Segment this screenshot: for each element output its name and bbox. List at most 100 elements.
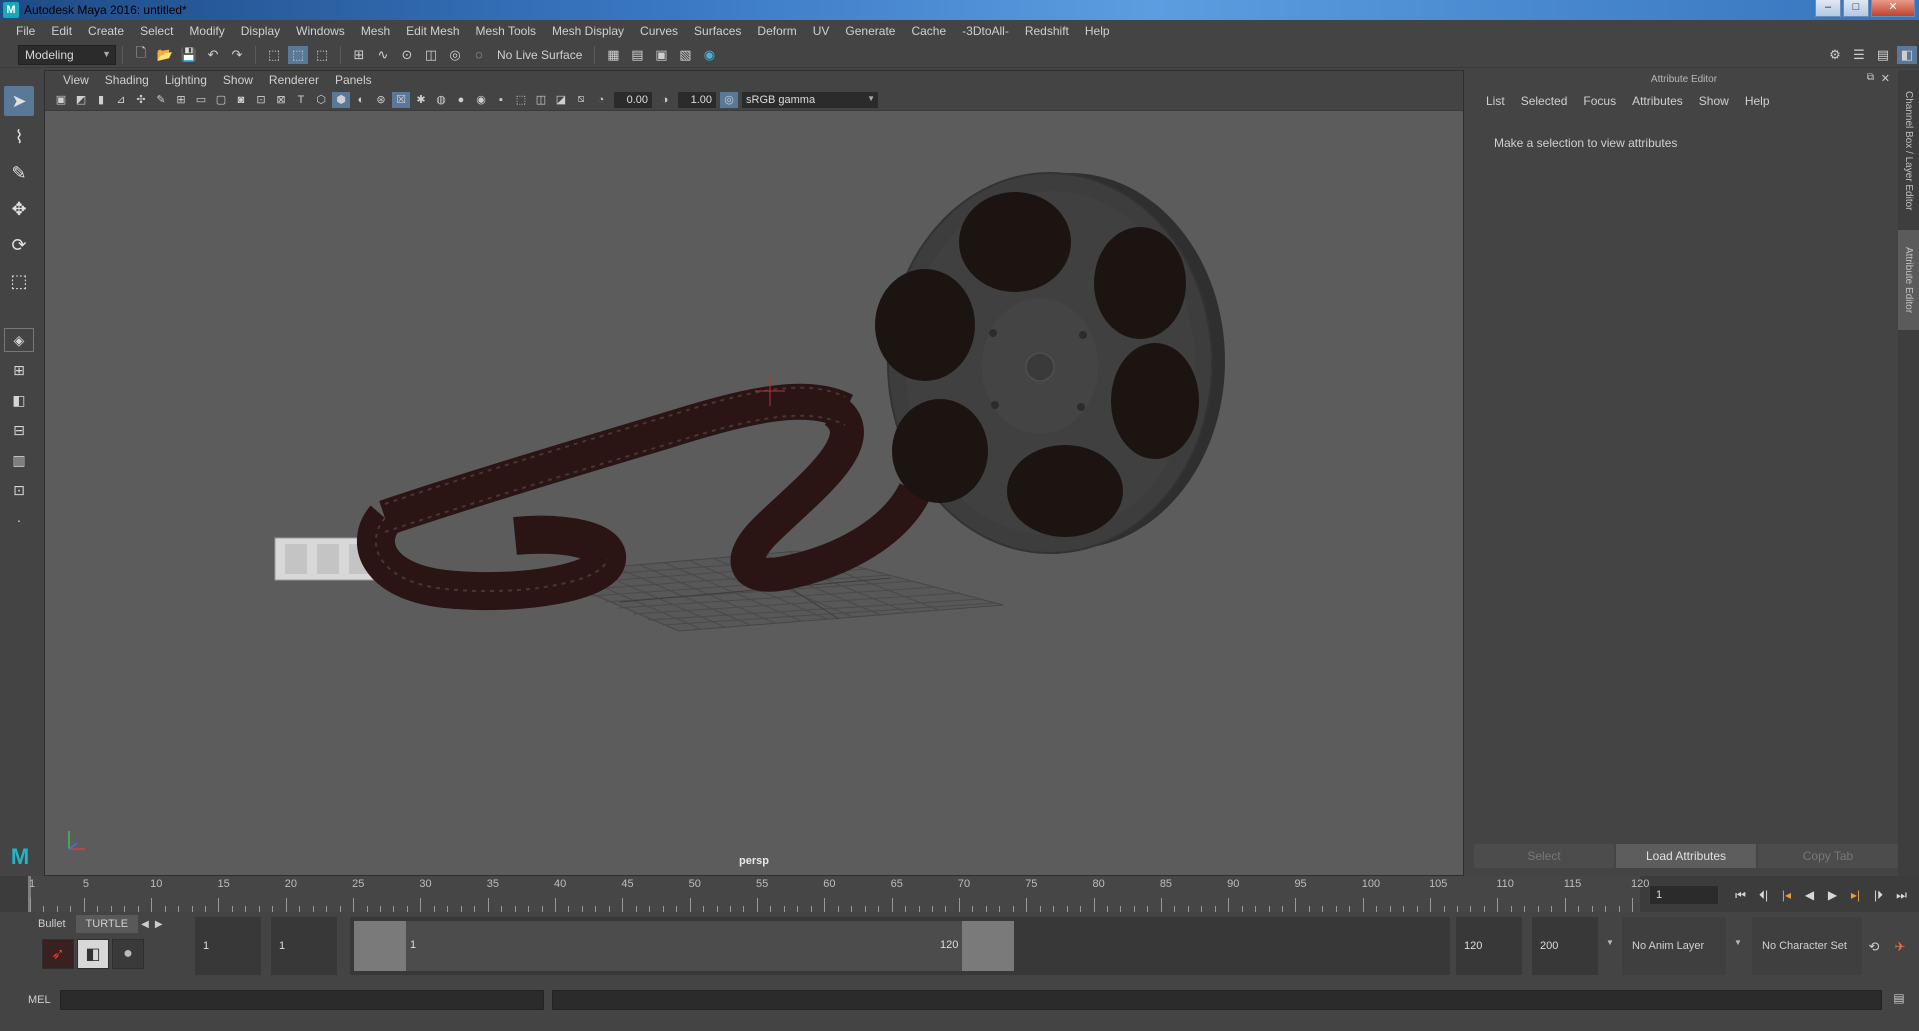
shadows-icon[interactable]: ✱: [412, 92, 430, 108]
open-scene-icon[interactable]: 📂: [155, 46, 175, 64]
save-scene-icon[interactable]: 💾: [179, 46, 199, 64]
shelf-tab-turtle[interactable]: TURTLE: [75, 915, 139, 933]
film-gate-icon[interactable]: ▭: [192, 92, 210, 108]
close-window-button[interactable]: ✕: [1871, 0, 1915, 17]
persp-outliner-layout-icon[interactable]: ◧: [4, 388, 34, 412]
select-by-object-icon[interactable]: ⬚: [288, 45, 308, 64]
viewport-menu-lighting[interactable]: Lighting: [157, 73, 215, 87]
menu-select[interactable]: Select: [132, 24, 181, 38]
auto-key-icon[interactable]: ⟲: [1864, 938, 1884, 956]
gamma-field[interactable]: 1.00: [678, 91, 716, 108]
play-backwards-icon[interactable]: ◀: [1799, 885, 1820, 905]
grid-toggle-icon[interactable]: ⊞: [172, 92, 190, 108]
menu-deform[interactable]: Deform: [749, 24, 804, 38]
animation-preferences-icon[interactable]: ✈: [1890, 938, 1910, 956]
textured-icon[interactable]: ⊛: [372, 92, 390, 108]
command-input[interactable]: [60, 990, 544, 1010]
redo-icon[interactable]: ↷: [227, 46, 247, 64]
menu-surfaces[interactable]: Surfaces: [686, 24, 749, 38]
float-panel-icon[interactable]: ⧉: [1867, 72, 1874, 83]
render-view-icon[interactable]: ▤: [627, 46, 647, 64]
step-back-key-icon[interactable]: |◂: [1776, 885, 1797, 905]
minimize-button[interactable]: –: [1815, 0, 1841, 17]
menu-help[interactable]: Help: [1077, 24, 1118, 38]
step-back-frame-icon[interactable]: ⏴|: [1753, 885, 1774, 905]
anim-layer-dropdown[interactable]: No Anim Layer: [1622, 917, 1726, 975]
range-end-handle[interactable]: [962, 921, 1014, 971]
render-turtle-icon[interactable]: ➶: [42, 939, 74, 969]
isolate-select-icon[interactable]: ⬚: [512, 92, 530, 108]
current-frame-field[interactable]: 1: [1650, 886, 1718, 904]
menu-mesh-tools[interactable]: Mesh Tools: [468, 24, 544, 38]
load-attributes-button[interactable]: Load Attributes: [1616, 844, 1756, 868]
hypershade-layout-icon[interactable]: ⊡: [4, 478, 34, 502]
bake-texture-icon[interactable]: ◧: [77, 939, 109, 969]
wireframe-on-shaded-icon[interactable]: ◐: [352, 92, 370, 108]
persp-graph-layout-icon[interactable]: ⊟: [4, 418, 34, 442]
scene-view[interactable]: [45, 111, 1464, 876]
shelf-scroll-left-icon[interactable]: ◀: [138, 919, 152, 930]
snap-ring-icon[interactable]: ◌: [469, 46, 489, 64]
layout-options-icon[interactable]: ·: [4, 508, 34, 532]
time-slider[interactable]: 1 5 10 15 20 25 30 35 40 45 50 55 60 65 70 75 80 85 90 95 10…: [0, 876, 1919, 912]
script-editor-icon[interactable]: ▤: [1890, 991, 1908, 1009]
snap-grid-icon[interactable]: ⊞: [349, 46, 369, 64]
command-language-toggle[interactable]: MEL: [0, 994, 60, 1006]
anim-layer-arrow-icon[interactable]: ▼: [1734, 938, 1742, 947]
shelf-scroll-right-icon[interactable]: ▶: [152, 919, 166, 930]
camera-attributes-icon[interactable]: ◩: [72, 92, 90, 108]
select-button[interactable]: Select: [1474, 844, 1614, 868]
rotate-tool-icon[interactable]: ⟳: [4, 230, 34, 260]
menu-set-dropdown[interactable]: Modeling: [18, 44, 116, 65]
shelf-tab-bullet[interactable]: Bullet: [28, 915, 76, 933]
gamma-icon[interactable]: ◑: [656, 92, 674, 108]
maximize-button[interactable]: □: [1843, 0, 1869, 17]
exposure-field[interactable]: 0.00: [614, 91, 652, 108]
ipr-render-icon[interactable]: ▧: [675, 46, 695, 64]
attr-menu-selected[interactable]: Selected: [1513, 94, 1576, 108]
menu-mesh-display[interactable]: Mesh Display: [544, 24, 632, 38]
viewport-panel[interactable]: View Shading Lighting Show Renderer Pane…: [44, 70, 1464, 876]
channel-box-toggle-icon[interactable]: ◧: [1897, 45, 1917, 64]
menu-curves[interactable]: Curves: [632, 24, 686, 38]
range-options-icon[interactable]: ▼: [1606, 938, 1614, 947]
paint-select-tool-icon[interactable]: ✎: [4, 158, 34, 188]
anti-aliasing-icon[interactable]: ◉: [472, 92, 490, 108]
range-bar[interactable]: [406, 921, 962, 971]
new-scene-icon[interactable]: 🗋: [131, 45, 151, 64]
undo-icon[interactable]: ↶: [203, 46, 223, 64]
menu-display[interactable]: Display: [233, 24, 288, 38]
attr-menu-show[interactable]: Show: [1691, 94, 1737, 108]
range-slider[interactable]: 1 120: [350, 917, 1450, 975]
time-ruler[interactable]: 1 5 10 15 20 25 30 35 40 45 50 55 60 65 70 75 80 85 90 95 10…: [28, 876, 1649, 912]
grease-pencil-icon[interactable]: ✎: [152, 92, 170, 108]
single-view-layout-icon[interactable]: ◈: [4, 328, 34, 352]
viewport-menu-shading[interactable]: Shading: [97, 73, 157, 87]
snap-curve-icon[interactable]: ∿: [373, 46, 393, 64]
menu-file[interactable]: File: [8, 24, 43, 38]
field-chart-icon[interactable]: ⊡: [252, 92, 270, 108]
move-tool-icon[interactable]: ✥: [4, 194, 34, 224]
smooth-shade-icon[interactable]: ⬢: [332, 91, 350, 108]
scale-tool-icon[interactable]: ⬚: [4, 266, 34, 296]
workspace-icon[interactable]: ⚙: [1825, 46, 1845, 64]
menu-cache[interactable]: Cache: [903, 24, 954, 38]
playback-end-field[interactable]: 120: [1456, 917, 1522, 975]
attr-menu-focus[interactable]: Focus: [1575, 94, 1624, 108]
snap-point-icon[interactable]: ⊙: [397, 46, 417, 64]
render-globe-icon[interactable]: ◉: [699, 46, 719, 64]
step-forward-key-icon[interactable]: ▸|: [1845, 885, 1866, 905]
go-to-end-icon[interactable]: ⏭: [1891, 885, 1912, 905]
attr-menu-attributes[interactable]: Attributes: [1624, 94, 1691, 108]
animation-end-field[interactable]: 200: [1532, 917, 1598, 975]
outliner-graph-layout-icon[interactable]: ▥: [4, 448, 34, 472]
four-view-layout-icon[interactable]: ⊞: [4, 358, 34, 382]
camera-select-icon[interactable]: ▣: [52, 92, 70, 108]
character-set-dropdown[interactable]: No Character Set: [1752, 917, 1862, 975]
screen-space-ao-icon[interactable]: ◍: [432, 92, 450, 108]
depth-of-field-icon[interactable]: ▪: [492, 92, 510, 108]
play-forwards-icon[interactable]: ▶: [1822, 885, 1843, 905]
menu-uv[interactable]: UV: [805, 24, 838, 38]
xray-icon[interactable]: ◫: [532, 92, 550, 108]
playback-start-field[interactable]: 1: [271, 917, 337, 975]
